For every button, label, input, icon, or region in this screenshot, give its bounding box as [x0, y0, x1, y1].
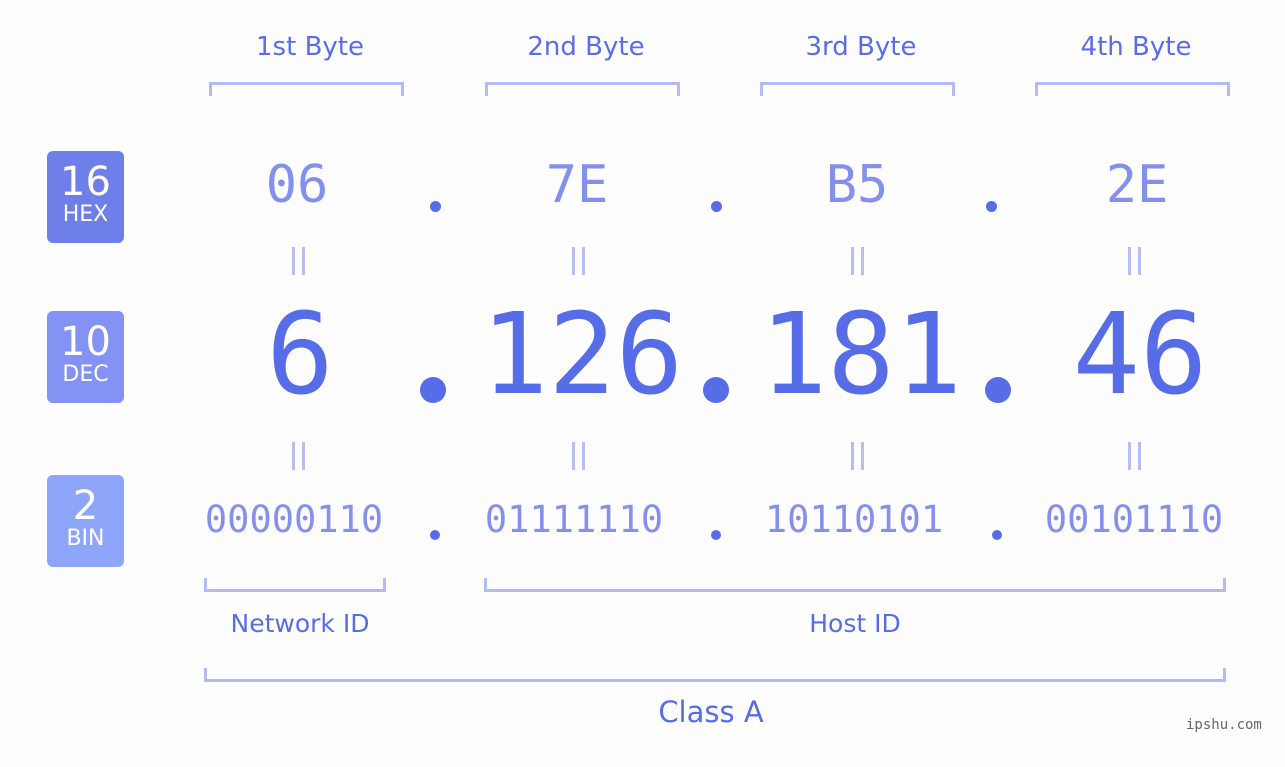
class-bracket — [204, 668, 1226, 682]
dec-badge: 10 DEC — [47, 311, 124, 403]
equals-icon — [1128, 442, 1142, 470]
dec-base-number: 10 — [60, 319, 111, 365]
dec-byte-4: 46 — [1072, 290, 1208, 420]
hex-separator-dot — [711, 201, 722, 212]
bin-base-label: BIN — [66, 526, 105, 551]
bin-byte-1: 00000110 — [204, 498, 384, 541]
hex-byte-4: 2E — [1105, 155, 1169, 215]
equals-icon — [1128, 247, 1142, 275]
dec-byte-3: 181 — [759, 290, 963, 420]
byte-2-bracket — [485, 82, 680, 96]
hex-base-number: 16 — [60, 159, 111, 205]
watermark: ipshu.com — [1186, 717, 1262, 733]
equals-icon — [572, 247, 586, 275]
dec-byte-1: 6 — [266, 290, 334, 420]
bin-separator-dot — [711, 530, 721, 540]
bin-separator-dot — [430, 530, 440, 540]
network-id-label: Network ID — [230, 609, 370, 638]
bin-byte-4: 00101110 — [1044, 498, 1224, 541]
hex-byte-3: B5 — [825, 155, 889, 215]
dec-separator-dot — [420, 377, 446, 403]
byte-header-2: 2nd Byte — [527, 32, 645, 62]
dec-byte-2: 126 — [480, 290, 684, 420]
hex-base-label: HEX — [62, 202, 109, 227]
dec-base-label: DEC — [62, 362, 109, 387]
bin-byte-3: 10110101 — [764, 498, 944, 541]
equals-icon — [851, 247, 865, 275]
dec-separator-dot — [703, 377, 729, 403]
dec-separator-dot — [985, 377, 1011, 403]
equals-icon — [292, 442, 306, 470]
byte-header-1: 1st Byte — [256, 32, 364, 62]
bin-badge: 2 BIN — [47, 475, 124, 567]
bin-separator-dot — [992, 530, 1002, 540]
hex-byte-1: 06 — [265, 155, 329, 215]
bin-base-number: 2 — [72, 483, 99, 529]
class-label: Class A — [658, 695, 764, 729]
hex-separator-dot — [430, 201, 441, 212]
bin-byte-2: 01111110 — [484, 498, 664, 541]
equals-icon — [851, 442, 865, 470]
host-id-label: Host ID — [809, 609, 901, 638]
byte-4-bracket — [1035, 82, 1230, 96]
equals-icon — [292, 247, 306, 275]
byte-1-bracket — [209, 82, 404, 96]
hex-badge: 16 HEX — [47, 151, 124, 243]
host-id-bracket — [484, 578, 1226, 592]
equals-icon — [572, 442, 586, 470]
hex-byte-2: 7E — [545, 155, 609, 215]
byte-header-3: 3rd Byte — [805, 32, 917, 62]
hex-separator-dot — [986, 201, 997, 212]
byte-3-bracket — [760, 82, 955, 96]
network-id-bracket — [204, 578, 386, 592]
byte-header-4: 4th Byte — [1080, 32, 1192, 62]
